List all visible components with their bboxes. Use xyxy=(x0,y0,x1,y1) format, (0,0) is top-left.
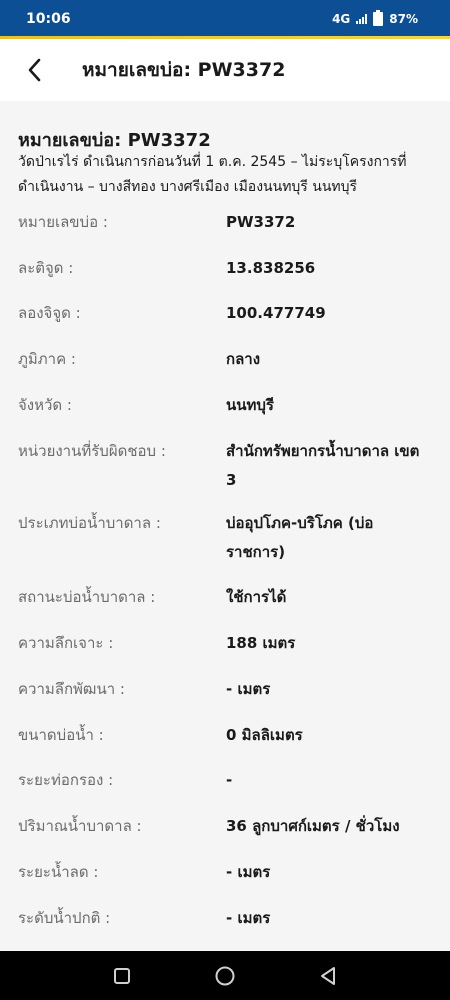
field-label: หมายเลขบ่อ : xyxy=(18,213,108,231)
field-row: หมายเลขบ่อ : PW3372 xyxy=(18,208,432,237)
app-bar: หมายเลขบ่อ: PW3372 xyxy=(0,39,450,101)
field-row: ความลึกเจาะ : 188 เมตร xyxy=(18,629,432,658)
field-row: ประเภทบ่อน้ำบาดาล : บ่ออุปโภค-บริโภค (บ่… xyxy=(18,509,432,567)
field-label: ความลึกเจาะ : xyxy=(18,634,114,652)
field-row: ความลึกพัฒนา : - เมตร xyxy=(18,675,432,704)
field-label: ระดับน้ำปกติ : xyxy=(18,909,111,927)
field-value: PW3372 xyxy=(226,213,296,231)
field-row: ระดับน้ำปกติ : - เมตร xyxy=(18,904,432,933)
field-value: 13.838256 xyxy=(226,259,316,277)
field-row: จังหวัด : นนทบุรี xyxy=(18,391,432,420)
home-button[interactable] xyxy=(209,960,241,992)
field-value: นนทบุรี xyxy=(226,396,274,414)
page-title: หมายเลขบ่อ: PW3372 xyxy=(82,59,286,81)
field-row: ลองจิจูด : 100.477749 xyxy=(18,299,432,328)
recents-button[interactable] xyxy=(106,960,138,992)
field-row: ระยะน้ำลด : - เมตร xyxy=(18,858,432,887)
triangle-back-icon xyxy=(321,966,336,985)
nav-back-button[interactable] xyxy=(312,960,344,992)
field-label: ความลึกพัฒนา : xyxy=(18,680,125,698)
field-label: ระยะน้ำลด : xyxy=(18,863,99,881)
status-bar: 10:06 4G 87% xyxy=(0,0,450,38)
field-label: ละติจูด : xyxy=(18,259,74,277)
field-value: 36 ลูกบาศก์เมตร / ชั่วโมง xyxy=(226,817,400,835)
signal-icon xyxy=(356,14,368,24)
field-label: ปริมาณน้ำบาดาล : xyxy=(18,817,142,835)
status-time: 10:06 xyxy=(26,11,71,27)
field-label: ระยะท่อกรอง : xyxy=(18,771,114,789)
field-value: ใช้การได้ xyxy=(226,588,287,606)
field-label: ภูมิภาค : xyxy=(18,350,76,368)
field-row: ขนาดบ่อน้ำ : 0 มิลลิเมตร xyxy=(18,721,432,750)
field-row: สถานะบ่อน้ำบาดาล : ใช้การได้ xyxy=(18,583,432,612)
field-label: จังหวัด : xyxy=(18,396,72,414)
field-value: บ่ออุปโภค-บริโภค (บ่อราชการ) xyxy=(226,514,374,561)
square-recents-icon xyxy=(113,967,130,984)
field-value: 0 มิลลิเมตร xyxy=(226,726,303,744)
field-label: หน่วยงานที่รับผิดชอบ : xyxy=(18,442,166,460)
field-value: 100.477749 xyxy=(226,304,326,322)
chevron-left-icon xyxy=(28,58,41,82)
field-row: หน่วยงานที่รับผิดชอบ : สำนักทรัพยากรน้ำบ… xyxy=(18,437,432,495)
field-value: สำนักทรัพยากรน้ำบาดาล เขต 3 xyxy=(226,442,420,489)
field-label: ขนาดบ่อน้ำ : xyxy=(18,726,104,744)
field-value: 188 เมตร xyxy=(226,634,296,652)
network-type: 4G xyxy=(332,12,351,26)
field-value: - เมตร xyxy=(226,680,271,698)
field-row: ภูมิภาค : กลาง xyxy=(18,345,432,374)
detail-content[interactable]: หมายเลขบ่อ: PW3372 วัดป่าเรไร่ ดำเนินการ… xyxy=(0,101,450,951)
back-button[interactable] xyxy=(20,55,50,85)
battery-icon xyxy=(373,10,384,26)
battery-percent: 87% xyxy=(389,12,418,26)
field-value: กลาง xyxy=(226,350,261,368)
field-label: สถานะบ่อน้ำบาดาล : xyxy=(18,588,156,606)
field-value: - เมตร xyxy=(226,909,271,927)
circle-home-icon xyxy=(215,966,235,985)
field-row: ละติจูด : 13.838256 xyxy=(18,254,432,283)
field-value: - เมตร xyxy=(226,863,271,881)
status-icons: 4G 87% xyxy=(332,10,418,26)
field-row: ปริมาณน้ำบาดาล : 36 ลูกบาศก์เมตร / ชั่วโ… xyxy=(18,812,432,841)
field-label: ประเภทบ่อน้ำบาดาล : xyxy=(18,514,161,532)
record-subtitle: วัดป่าเรไร่ ดำเนินการก่อนวันที่ 1 ต.ค. 2… xyxy=(18,154,407,195)
field-value: - xyxy=(226,771,233,789)
field-label: ลองจิจูด : xyxy=(18,304,81,322)
field-row: ระยะท่อกรอง : - xyxy=(18,766,432,795)
system-nav-bar xyxy=(0,951,450,1000)
